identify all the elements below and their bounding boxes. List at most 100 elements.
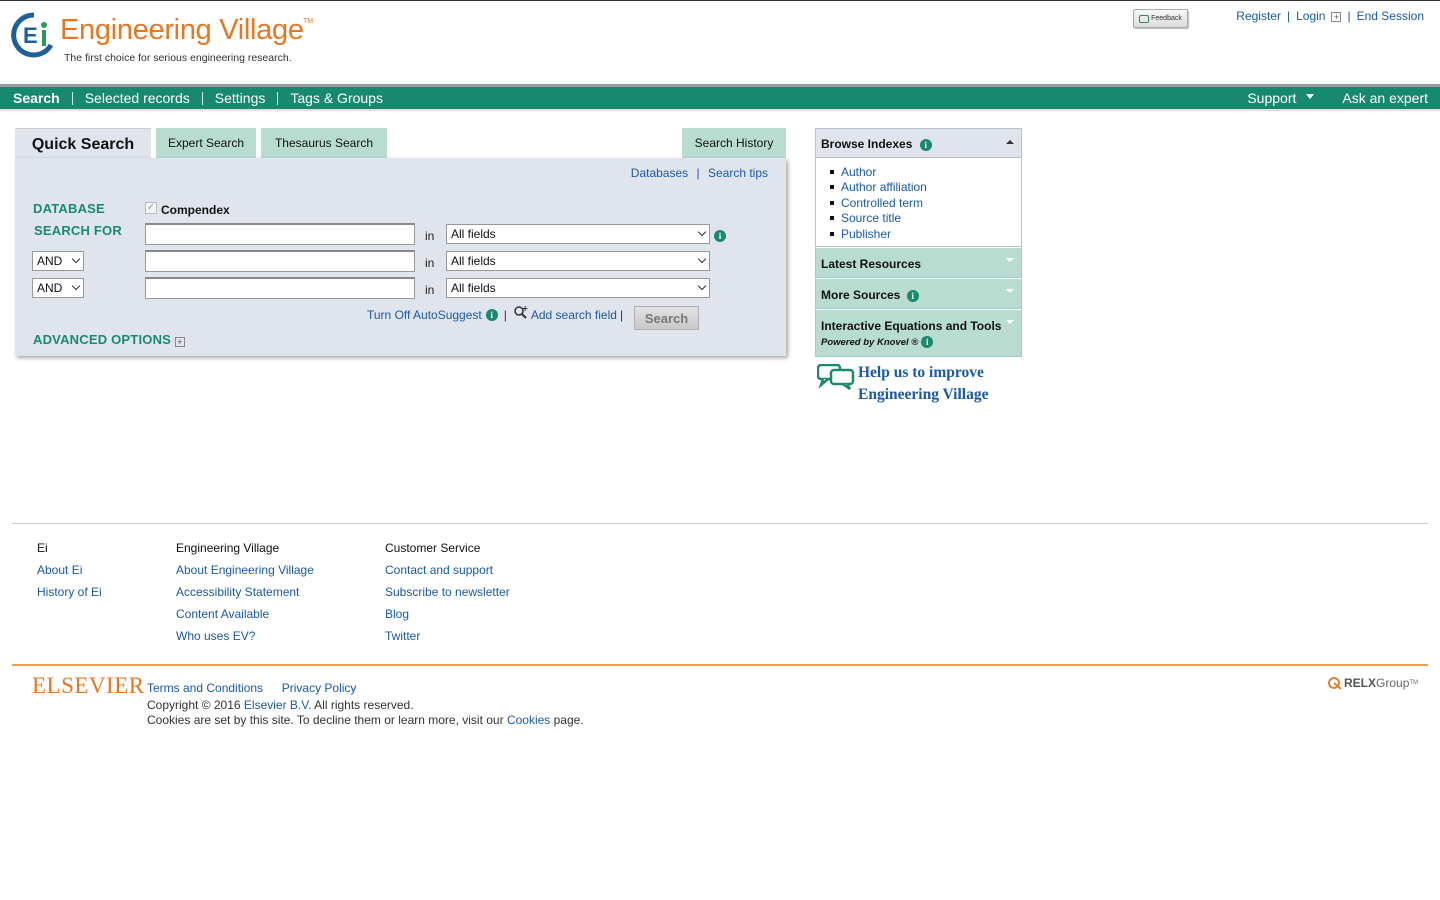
info-icon[interactable]: i [921, 336, 934, 348]
info-icon[interactable]: i [485, 309, 498, 321]
speech-bubble-icon [1139, 14, 1150, 23]
relx-logo[interactable]: RELX Group TM [1328, 676, 1418, 690]
account-links: Register | Login + | End Session [1236, 9, 1424, 23]
contact-support-link[interactable]: Contact and support [385, 563, 493, 577]
nav-item-tags-groups[interactable]: Tags & Groups [290, 90, 383, 106]
nav-ask-expert[interactable]: Ask an expert [1342, 90, 1428, 106]
more-sources-section[interactable]: More Sources i [815, 278, 1022, 309]
search-term-input-1[interactable] [145, 223, 415, 245]
separator: | [1286, 9, 1291, 23]
tab-thesaurus-search[interactable]: Thesaurus Search [261, 128, 387, 158]
expand-plus-icon: + [175, 337, 186, 347]
login-link[interactable]: Login [1296, 9, 1325, 23]
caret-down-icon [1306, 94, 1315, 99]
footer-orange-divider [12, 664, 1428, 666]
tab-search-history[interactable]: Search History [682, 128, 786, 158]
tab-quick-search[interactable]: Quick Search [15, 128, 151, 160]
compendex-checkbox[interactable]: ✓ [145, 202, 157, 214]
expand-arrow-icon [1006, 289, 1014, 293]
browse-author-link[interactable]: Author [841, 165, 876, 179]
nav-item-settings[interactable]: Settings [215, 90, 266, 106]
footer-col-ei: Ei About Ei History of Ei [37, 541, 102, 607]
cookies-link[interactable]: Cookies [507, 713, 550, 727]
expand-arrow-icon [1006, 320, 1014, 324]
info-icon[interactable]: i [714, 230, 726, 242]
search-term-input-3[interactable] [145, 277, 415, 299]
browse-affiliation-link[interactable]: Author affiliation [841, 180, 927, 194]
separator: | [696, 166, 700, 180]
nav-support-menu[interactable]: Support [1247, 90, 1315, 106]
info-icon[interactable]: i [906, 290, 919, 302]
field-select-3[interactable]: All fields [446, 278, 710, 298]
operator-select-2[interactable]: AND [32, 278, 84, 298]
copyright-rights: All rights reserved. [311, 697, 414, 712]
help-line-2: Engineering Village [858, 386, 989, 403]
database-label: DATABASE [33, 201, 105, 216]
latest-resources-title: Latest Resources [821, 257, 922, 271]
register-link[interactable]: Register [1236, 9, 1281, 23]
collapse-arrow-icon [1006, 140, 1014, 144]
content-available-link[interactable]: Content Available [176, 607, 269, 621]
field-select-2[interactable]: All fields [446, 251, 710, 271]
logo-tagline: The first choice for serious engineering… [64, 52, 292, 64]
search-term-input-2[interactable] [145, 250, 415, 272]
blog-link[interactable]: Blog [385, 607, 409, 621]
add-search-field-link[interactable]: Add search field [531, 308, 617, 322]
field-select-value: All fields [451, 254, 496, 268]
tab-expert-search[interactable]: Expert Search [156, 128, 256, 158]
autosuggest-toggle-link[interactable]: Turn Off AutoSuggest [367, 308, 482, 322]
info-icon[interactable]: i [919, 139, 932, 151]
browse-controlled-term-link[interactable]: Controlled term [841, 196, 923, 210]
powered-by-knovel: Powered by Knovel ® [821, 336, 919, 348]
separator: | [1347, 9, 1351, 23]
cookies-line: Cookies are set by this site. To decline… [147, 713, 584, 729]
bullet [830, 200, 834, 205]
operator-value: AND [37, 254, 63, 268]
latest-resources-section[interactable]: Latest Resources [815, 247, 1022, 278]
relx-group: Group [1376, 676, 1410, 690]
operator-select-1[interactable]: AND [32, 251, 84, 271]
help-line-1: Help us to improve [858, 364, 984, 381]
history-ei-link[interactable]: History of Ei [37, 585, 102, 599]
cookies-text: Cookies are set by this site. To decline… [147, 713, 507, 727]
about-ev-link[interactable]: About Engineering Village [176, 563, 314, 577]
nav-separator [277, 91, 279, 105]
terms-link[interactable]: Terms and Conditions [147, 681, 263, 695]
elsevier-bv-link[interactable]: Elsevier B.V. [244, 698, 312, 712]
chevron-down-icon [697, 227, 707, 237]
who-uses-ev-link[interactable]: Who uses EV? [176, 629, 255, 643]
nav-separator [201, 91, 203, 105]
browse-source-title-link[interactable]: Source title [841, 211, 901, 225]
support-label: Support [1247, 90, 1297, 106]
feedback-button[interactable]: Feedback [1133, 9, 1188, 28]
advanced-options-toggle[interactable]: ADVANCED OPTIONS + [33, 332, 186, 347]
privacy-link[interactable]: Privacy Policy [282, 681, 357, 695]
expand-plus-icon[interactable]: + [1331, 12, 1342, 22]
relx-mark-icon [1328, 677, 1342, 690]
in-label: in [425, 229, 435, 243]
help-improve-link[interactable]: Help us to improve Engineering Village [817, 362, 1017, 406]
elsevier-logo[interactable]: ELSEVIER [32, 673, 145, 699]
nav-item-search[interactable]: Search [13, 90, 60, 106]
nav-item-selected-records[interactable]: Selected records [85, 90, 190, 106]
twitter-link[interactable]: Twitter [385, 629, 420, 643]
nav-bottom-border [0, 109, 1440, 111]
browse-indexes-list: Author Author affiliation Controlled ter… [815, 158, 1022, 247]
footer-heading: Ei [37, 541, 48, 555]
top-border [0, 0, 1440, 1]
list-item: Controlled term [830, 195, 1021, 211]
newsletter-link[interactable]: Subscribe to newsletter [385, 585, 510, 599]
databases-link[interactable]: Databases [631, 166, 688, 180]
relx-name: RELX [1344, 676, 1377, 690]
field-select-1[interactable]: All fields [446, 224, 710, 244]
end-session-link[interactable]: End Session [1357, 9, 1424, 23]
browse-publisher-link[interactable]: Publisher [841, 227, 891, 241]
logo[interactable]: E Engineering Village TM The first choic… [11, 12, 331, 68]
footer-col-ev: Engineering Village About Engineering Vi… [176, 541, 314, 651]
search-tips-link[interactable]: Search tips [708, 166, 768, 180]
accessibility-link[interactable]: Accessibility Statement [176, 585, 299, 599]
search-button[interactable]: Search [634, 306, 699, 330]
about-ei-link[interactable]: About Ei [37, 563, 82, 577]
interactive-tools-section[interactable]: Interactive Equations and Tools Powered … [815, 309, 1022, 357]
browse-indexes-header[interactable]: Browse Indexes i [815, 128, 1022, 158]
